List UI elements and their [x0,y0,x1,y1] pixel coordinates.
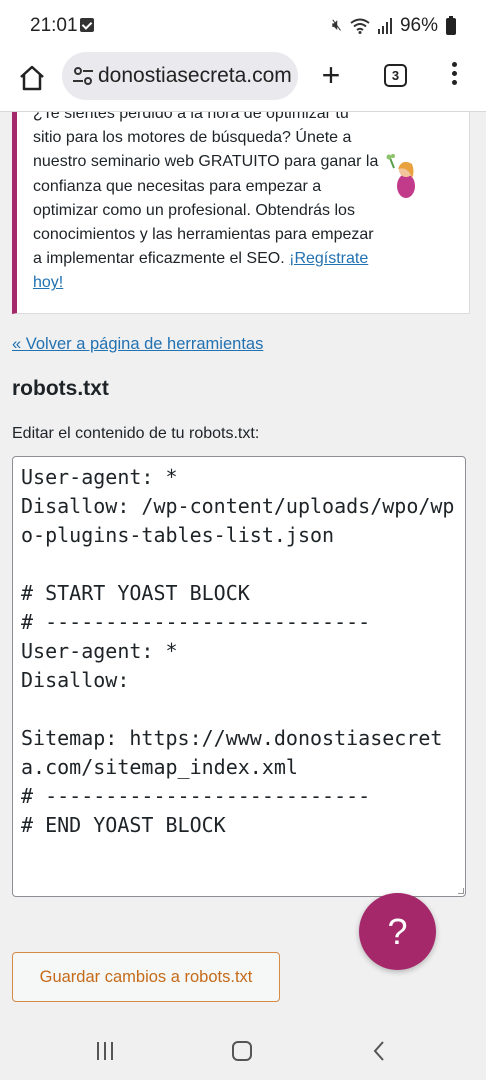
back-to-tools-link[interactable]: « Volver a página de herramientas [12,335,263,354]
help-button[interactable]: ? [359,893,436,970]
robots-txt-editor[interactable]: User-agent: * Disallow: /wp-content/uplo… [12,456,466,897]
site-settings-icon[interactable] [72,66,94,86]
notice-body: ¿Te sientes perdido a la hora de optimiz… [33,112,379,268]
status-indicators: 🔇︎ 96% [332,15,456,37]
save-robots-button[interactable]: Guardar cambios a robots.txt [12,952,280,1002]
more-menu-icon[interactable] [446,62,462,92]
wifi-icon [350,18,370,34]
mute-icon: 🔇︎ [331,17,342,34]
check-icon [80,18,94,32]
page-title: robots.txt [12,377,109,400]
home-icon[interactable] [16,62,48,94]
robots-field-label: Editar el contenido de tu robots.txt: [12,425,260,442]
mascot-illustration [386,154,415,198]
address-bar[interactable]: donostiasecreta.com [62,52,298,100]
recent-apps-icon[interactable] [97,1042,119,1060]
home-nav-icon[interactable] [232,1041,252,1061]
system-nav-bar [0,1018,486,1080]
browser-toolbar: donostiasecreta.com + 3 [0,50,486,112]
back-nav-icon[interactable] [372,1040,386,1062]
battery-percent: 96% [399,15,438,36]
textarea-resize-handle[interactable] [458,888,464,894]
signal-icon [377,18,392,34]
webinar-notice: ¿Te sientes perdido a la hora de optimiz… [12,112,470,314]
battery-icon [446,15,456,35]
status-time: 21:01 [30,15,78,36]
status-bar: 21:01 🔇︎ 96% [0,0,486,50]
new-tab-icon[interactable]: + [316,59,346,91]
url-text[interactable]: donostiasecreta.com [98,64,292,88]
tabs-icon[interactable]: 3 [384,64,407,87]
notice-text: ¿Te sientes perdido a la hora de optimiz… [33,112,379,296]
